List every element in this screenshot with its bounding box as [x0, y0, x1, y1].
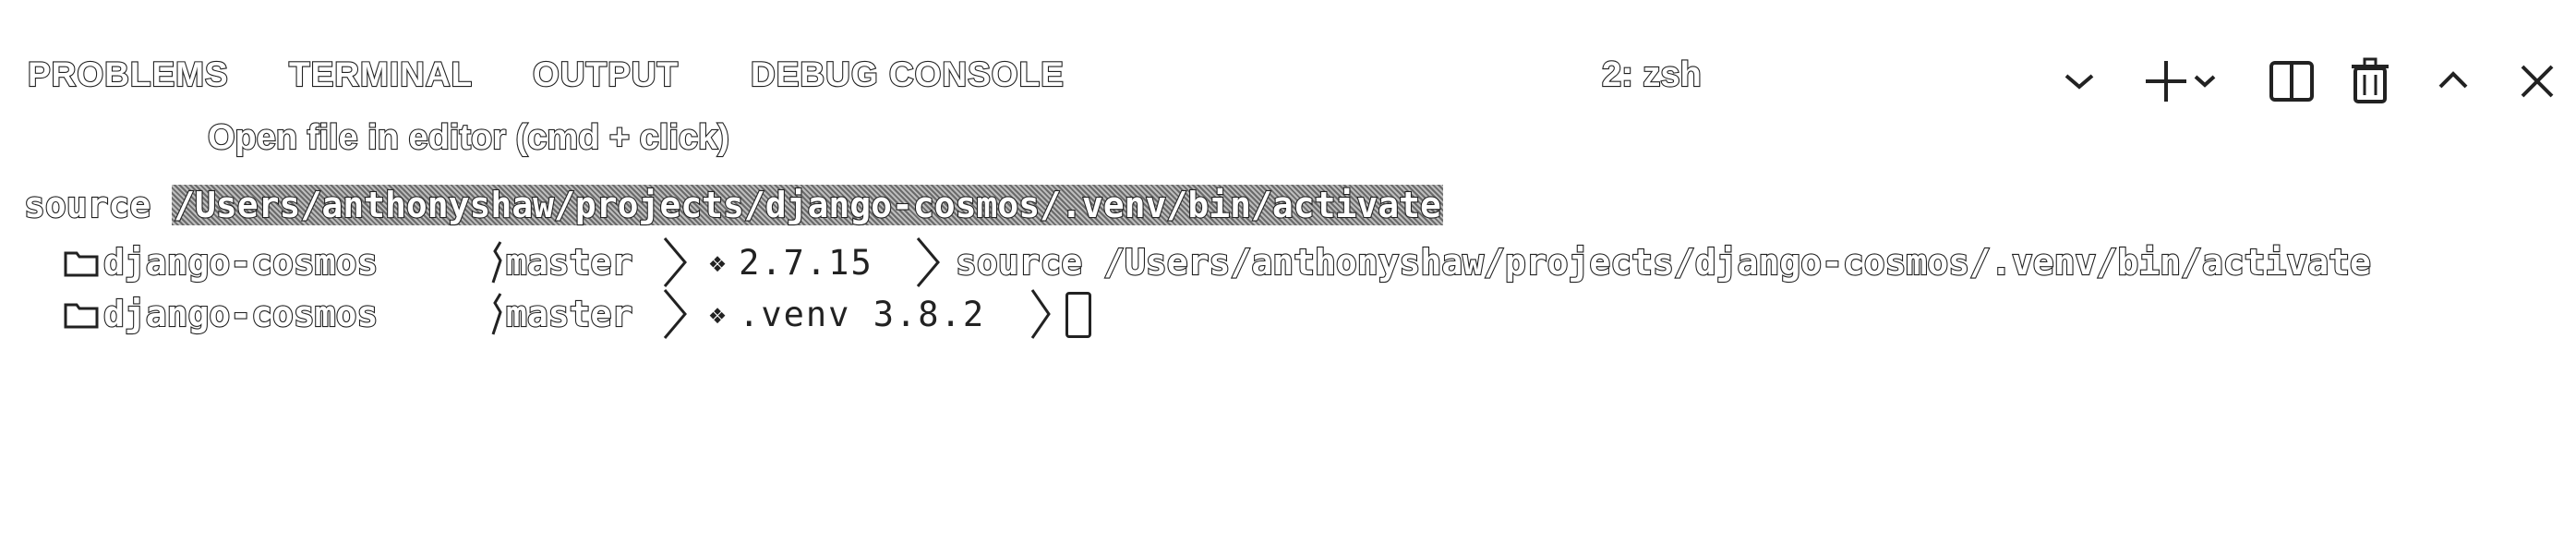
panel-header: PROBLEMS TERMINAL OUTPUT DEBUG CONSOLE 2…	[0, 0, 2576, 163]
split-icon	[2269, 61, 2314, 102]
folder-icon	[64, 251, 99, 277]
prompt-folder: django-cosmos	[63, 288, 379, 340]
command-path: /Users/anthonyshaw/projects/django-cosmo…	[1102, 241, 2372, 284]
panel-actions	[0, 44, 2576, 118]
chevron-up-icon	[2438, 71, 2468, 89]
python-env: .venv 3.8.2	[739, 294, 986, 334]
terminal-dropdown-button[interactable]	[2052, 44, 2107, 118]
prompt-branch: master	[489, 288, 633, 340]
split-terminal-button[interactable]	[2264, 44, 2319, 118]
python-icon: ❖	[709, 297, 727, 331]
branch-name: master	[505, 241, 633, 284]
prompt-command: source /Users/anthonyshaw/projects/djang…	[955, 236, 2372, 288]
plus-icon	[2146, 61, 2216, 102]
prompt-python-env: ❖ .venv 3.8.2	[709, 288, 985, 340]
folder-name: django-cosmos	[102, 293, 379, 335]
branch-name: master	[505, 293, 633, 335]
file-link[interactable]: /Users/anthonyshaw/projects/django-cosmo…	[172, 184, 1443, 226]
chevron-down-icon	[2064, 74, 2094, 90]
git-branch-icon	[491, 241, 502, 284]
folder-icon	[64, 303, 99, 329]
close-panel-button[interactable]	[2510, 44, 2565, 118]
maximize-panel-button[interactable]	[2426, 44, 2481, 118]
kill-terminal-button[interactable]	[2342, 44, 2398, 118]
python-version: 2.7.15	[739, 242, 873, 283]
python-icon: ❖	[709, 246, 727, 279]
new-terminal-button[interactable]	[2138, 44, 2231, 118]
trash-icon	[2352, 57, 2389, 103]
prompt-folder: django-cosmos	[63, 236, 379, 288]
command-text: source	[23, 184, 151, 226]
folder-name: django-cosmos	[102, 241, 379, 284]
git-branch-icon	[491, 293, 502, 335]
link-tooltip: Open file in editor (cmd + click)	[207, 117, 730, 158]
command-text: source	[955, 241, 1083, 284]
prompt-python-version: ❖ 2.7.15	[709, 236, 873, 288]
prompt-branch: master	[489, 236, 633, 288]
terminal-line: source /Users/anthonyshaw/projects/djang…	[23, 184, 1443, 236]
terminal-cursor	[1065, 292, 1091, 338]
close-icon	[2521, 65, 2554, 98]
